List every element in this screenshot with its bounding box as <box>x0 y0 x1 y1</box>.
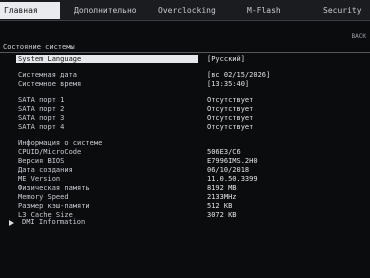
sata-port-label: SATA порт 4 <box>18 123 65 131</box>
sata-port-value: Отсутствует <box>207 114 254 122</box>
dmi-information-link[interactable]: DMI Information <box>22 218 85 226</box>
info-value: E7996IMS.2H0 <box>207 157 258 165</box>
page-title: Состояние системы <box>3 43 75 51</box>
system-date-label: Системная дата <box>18 71 78 79</box>
sata-port-value: Отсутствует <box>207 123 254 131</box>
system-time-value[interactable]: [13:35:40] <box>207 80 249 88</box>
info-row: Размер кэш-памяти 512 KB <box>0 202 370 211</box>
back-button[interactable]: BACK <box>352 33 366 40</box>
sata-port-label: SATA порт 3 <box>18 114 65 122</box>
tab-security[interactable]: Security <box>323 6 362 15</box>
sata-port-value: Отсутствует <box>207 96 254 104</box>
system-date-row[interactable]: Системная дата [вс 02/15/2026] <box>0 71 370 80</box>
info-row: CPUID/MicroCode 506E3/C6 <box>0 148 370 157</box>
info-label: Memory Speed <box>18 193 69 201</box>
sata-port-label: SATA порт 2 <box>18 105 65 113</box>
sata-port-2-row[interactable]: SATA порт 2 Отсутствует <box>0 105 370 114</box>
info-row: Версия BIOS E7996IMS.2H0 <box>0 157 370 166</box>
system-time-label: Системное время <box>18 80 82 88</box>
sata-port-1-row[interactable]: SATA порт 1 Отсутствует <box>0 96 370 105</box>
sata-port-3-row[interactable]: SATA порт 3 Отсутствует <box>0 114 370 123</box>
info-row: Физическая память 8192 MB <box>0 184 370 193</box>
info-label: Версия BIOS <box>18 157 65 165</box>
system-language-value[interactable]: [Русский] <box>207 55 245 63</box>
info-label: ME Version <box>18 175 61 183</box>
sata-port-value: Отсутствует <box>207 105 254 113</box>
info-value: 8192 MB <box>207 184 237 192</box>
system-info-header: Информация о системе <box>18 139 103 147</box>
info-value: 2133MHz <box>207 193 237 201</box>
info-value: 506E3/C6 <box>207 148 241 156</box>
system-time-row[interactable]: Системное время [13:35:40] <box>0 80 370 89</box>
info-value: 11.0.50.3399 <box>207 175 258 183</box>
info-value: 3072 KB <box>207 211 237 219</box>
sata-port-label: SATA порт 1 <box>18 96 65 104</box>
info-row: Дата создания 06/10/2018 <box>0 166 370 175</box>
system-date-value[interactable]: [вс 02/15/2026] <box>207 71 270 79</box>
system-language-label: System Language <box>16 55 198 63</box>
info-label: Физическая память <box>18 184 90 192</box>
info-label: CPUID/MicroCode <box>18 148 82 156</box>
tab-m-flash[interactable]: M-Flash <box>247 6 281 15</box>
info-value: 512 KB <box>207 202 233 210</box>
triangle-right-icon <box>9 220 14 226</box>
info-value: 06/10/2018 <box>207 166 250 174</box>
sata-port-4-row[interactable]: SATA порт 4 Отсутствует <box>0 123 370 132</box>
tab-advanced[interactable]: Дополнительно <box>74 6 137 15</box>
system-language-row[interactable]: System Language [Русский] <box>0 55 370 64</box>
title-divider <box>0 52 370 53</box>
tab-bar: Главная Дополнительно Overclocking M-Fla… <box>0 0 370 21</box>
tab-overclocking[interactable]: Overclocking <box>158 6 216 15</box>
info-row: ME Version 11.0.50.3399 <box>0 175 370 184</box>
info-label: Дата создания <box>18 166 73 174</box>
system-info-header-row: Информация о системе <box>0 139 370 148</box>
info-row: Memory Speed 2133MHz <box>0 193 370 202</box>
info-label: Размер кэш-памяти <box>18 202 90 210</box>
tab-main[interactable]: Главная <box>0 2 60 19</box>
